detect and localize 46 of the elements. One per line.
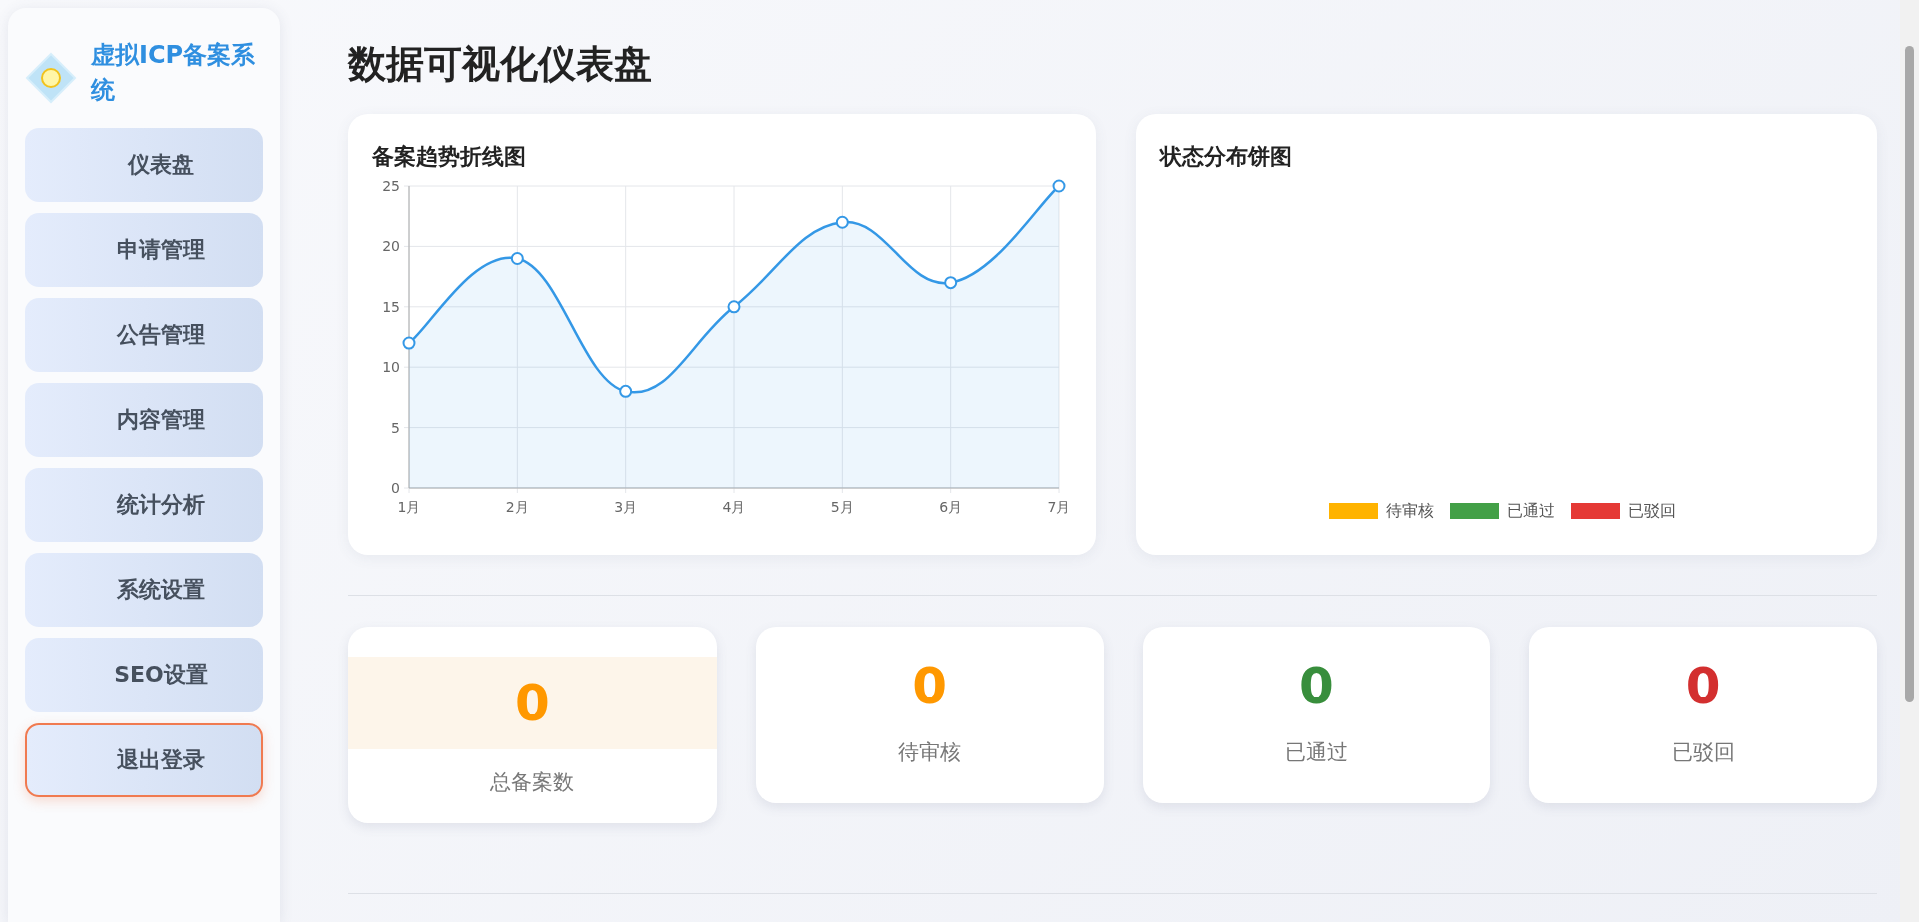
data-point [402,336,416,350]
legend-label: 已通过 [1507,502,1555,519]
stat-label: 总备案数 [490,768,575,796]
chart-title: 状态分布饼图 [1160,143,1293,170]
nav-button[interactable]: SEO设置 [25,637,263,712]
data-point [619,384,633,398]
logo-icon [25,52,77,104]
y-tick-label: 20 [382,238,400,255]
y-tick-label: 15 [382,298,400,315]
data-point [835,215,849,229]
stat-value: 0 [514,677,550,728]
legend-label: 待审核 [1386,502,1434,519]
x-tick-label: 1月 [397,499,421,514]
legend-label: 已驳回 [1628,502,1676,519]
page-title: 数据可视化仪表盘 [348,42,653,88]
app-title: 虚拟ICP备案系统 [91,40,257,106]
stat-value: 0 [1685,660,1721,711]
nav-button[interactable]: 公告管理 [25,297,263,372]
stat-label: 已通过 [1284,738,1348,766]
data-point [944,276,958,290]
y-tick-label: 5 [391,419,400,436]
nav-button[interactable]: 内容管理 [25,382,263,457]
x-tick-label: 4月 [722,499,746,514]
y-tick-label: 10 [382,359,400,376]
chart-title: 备案趋势折线图 [372,143,527,170]
x-tick-label: 3月 [614,499,638,514]
x-tick-label: 5月 [830,499,854,514]
stat-value: 0 [1298,660,1334,711]
nav-button[interactable]: 仪表盘 [25,127,263,202]
stat-label: 待审核 [898,738,962,766]
stat-value: 0 [912,660,947,711]
y-tick-label: 0 [391,480,400,496]
stat-label: 已驳回 [1671,738,1735,766]
nav-button[interactable]: 申请管理 [25,212,263,287]
scrollbar[interactable] [1900,0,1919,922]
data-point [1052,179,1066,193]
x-tick-label: 2月 [505,499,529,514]
y-tick-label: 25 [382,178,400,194]
x-tick-label: 7月 [1047,499,1071,514]
nav-button[interactable]: 统计分析 [25,467,263,542]
x-tick-label: 6月 [939,499,963,514]
scroll-thumb[interactable] [1905,46,1914,702]
nav-button[interactable]: 系统设置 [25,552,263,627]
logout-button[interactable]: 退出登录 [25,722,263,797]
data-point [727,300,741,314]
data-point [510,251,524,265]
